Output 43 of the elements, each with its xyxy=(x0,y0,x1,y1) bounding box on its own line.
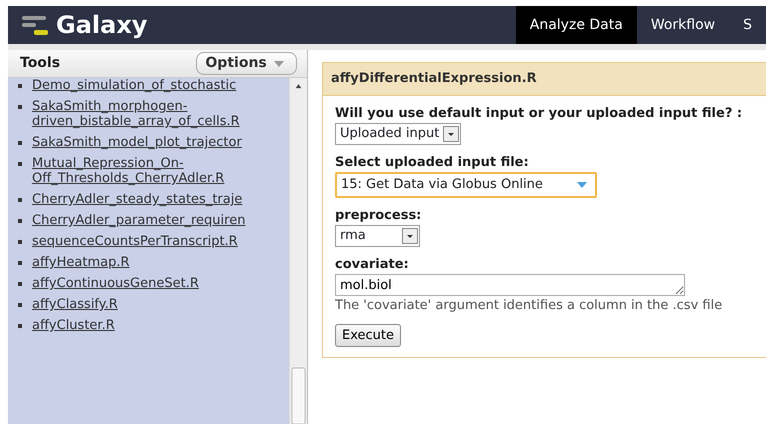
nav-tab[interactable]: S xyxy=(729,6,766,44)
tool-link[interactable]: CherryAdler_parameter_requiren xyxy=(32,213,272,228)
scrollbar[interactable] xyxy=(289,78,307,424)
brand-title: Galaxy xyxy=(56,10,148,41)
bullet-icon xyxy=(18,162,22,166)
bullet-icon xyxy=(18,84,22,88)
caret-icon xyxy=(443,126,460,142)
field-label: Select uploaded input file: xyxy=(335,154,530,172)
nav-tab[interactable]: Analyze Data xyxy=(516,6,637,44)
bullet-icon xyxy=(18,303,22,307)
bullet-icon xyxy=(18,261,22,265)
tool-link[interactable]: SakaSmith_morphogen-driven_bistable_array_of_cells.R xyxy=(32,99,272,129)
bullet-icon xyxy=(18,240,22,244)
caret-icon xyxy=(402,228,418,244)
text-field[interactable]: mol.biol xyxy=(335,274,685,296)
tool-link[interactable]: affyHeatmap.R xyxy=(32,255,272,270)
tool-link[interactable]: affyClassify.R xyxy=(32,297,272,312)
tool-link[interactable]: SakaSmith_model_plot_trajector xyxy=(32,135,272,150)
options-button[interactable]: Options xyxy=(196,52,297,75)
field-label: preprocess: xyxy=(335,206,422,224)
panel-title: Tools xyxy=(20,54,60,73)
bullet-icon xyxy=(18,324,22,328)
tool-link[interactable]: sequenceCountsPerTranscript.R xyxy=(32,234,272,249)
bullet-icon xyxy=(18,105,22,109)
tool-link[interactable]: Demo_simulation_of_stochastic xyxy=(32,78,272,93)
dropdown-field[interactable]: Uploaded input xyxy=(335,123,462,144)
tool-link[interactable]: CherryAdler_steady_states_traje xyxy=(32,192,272,207)
bullet-icon xyxy=(18,198,22,202)
nav-tab[interactable]: Workflow xyxy=(636,6,730,44)
logo-icon xyxy=(22,14,48,36)
field-label: Will you use default input or your uploaded input file? : xyxy=(335,104,744,122)
tool-link[interactable]: Mutual_Repression_On-Off_Thresholds_CherryAdler.R xyxy=(32,156,272,186)
tool-link[interactable]: affyCluster.R xyxy=(32,318,272,333)
form-title: affyDifferentialExpression.R xyxy=(323,63,766,96)
execute-button[interactable]: Execute xyxy=(335,324,401,347)
dropdown-field[interactable]: rma xyxy=(335,225,420,246)
field-label: covariate: xyxy=(335,256,410,274)
bullet-icon xyxy=(18,141,22,145)
bullet-icon xyxy=(18,282,22,286)
bullet-icon xyxy=(18,219,22,223)
dropdown-field[interactable]: 15: Get Data via Globus Online xyxy=(335,172,597,198)
tool-link[interactable]: affyContinuousGeneSet.R xyxy=(32,276,272,291)
help-text: The 'covariate' argument identifies a column in the .csv file xyxy=(335,297,724,315)
